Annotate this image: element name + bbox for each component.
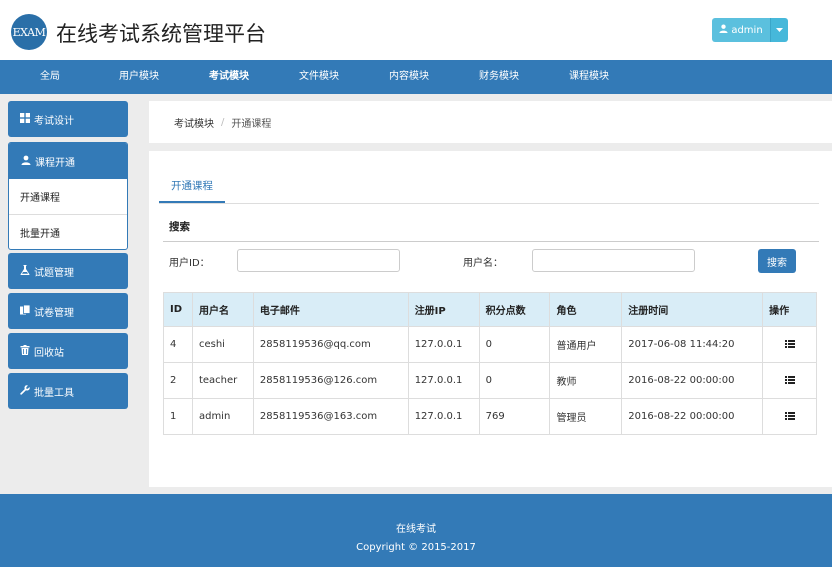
wrench-icon <box>19 384 30 398</box>
nav-item-global[interactable]: 全局 <box>40 60 60 94</box>
search-section-divider <box>163 241 819 242</box>
breadcrumb-parent[interactable]: 考试模块 <box>174 115 214 130</box>
nav-item-course[interactable]: 课程模块 <box>569 60 609 94</box>
search-section-title: 搜索 <box>169 221 190 233</box>
cell-username: ceshi <box>191 326 254 363</box>
cell-username: admin <box>191 398 254 435</box>
tab-open-course[interactable]: 开通课程 <box>159 169 225 203</box>
cell-role: 普通用户 <box>549 326 623 363</box>
cell-username: teacher <box>191 362 254 399</box>
cell-role: 管理员 <box>549 398 623 435</box>
cell-reg-ip: 127.0.0.1 <box>407 326 480 363</box>
table-row: 2 teacher 2858119536@126.com 127.0.0.1 0… <box>163 362 817 399</box>
cell-role: 教师 <box>549 362 623 399</box>
col-header-reg-time[interactable]: 注册时间 <box>621 292 764 327</box>
cell-reg-time: 2016-08-22 00:00:00 <box>621 398 764 435</box>
sidebar-item-paper-mgmt[interactable]: 试卷管理 <box>8 293 128 329</box>
sidebar-item-batch-tools[interactable]: 批量工具 <box>8 373 128 409</box>
list-icon[interactable] <box>784 412 795 420</box>
cell-email: 2858119536@163.com <box>252 398 409 435</box>
user-id-label: 用户ID： <box>169 258 210 269</box>
list-icon[interactable] <box>784 340 795 348</box>
cell-email: 2858119536@126.com <box>252 362 409 399</box>
main-panel: 开通课程 搜索 用户ID： 用户名： 搜索 ID 用户名 电子邮件 注册IP 积… <box>149 151 832 487</box>
sidebar-item-label: 课程开通 <box>35 157 75 169</box>
col-header-id[interactable]: ID <box>163 292 193 327</box>
cell-reg-ip: 127.0.0.1 <box>407 398 480 435</box>
breadcrumb-current: 开通课程 <box>231 118 272 130</box>
sidebar-item-label: 批量工具 <box>34 387 74 399</box>
nav-item-file[interactable]: 文件模块 <box>299 60 339 94</box>
cell-reg-ip: 127.0.0.1 <box>407 362 480 399</box>
sidebar-subitem-batch-open[interactable]: 批量开通 <box>9 214 127 249</box>
user-icon <box>20 155 31 168</box>
table-header-row: ID 用户名 电子邮件 注册IP 积分点数 角色 注册时间 操作 <box>163 292 817 327</box>
copy-icon <box>19 304 30 318</box>
user-name-button[interactable]: admin <box>712 18 770 42</box>
cell-action <box>762 326 817 363</box>
col-header-reg-ip[interactable]: 注册IP <box>407 292 480 327</box>
breadcrumb-separator: / <box>221 116 225 128</box>
user-id-input[interactable] <box>237 249 400 272</box>
trash-icon <box>19 344 30 358</box>
sidebar-item-label: 回收站 <box>34 347 64 359</box>
cell-action <box>762 398 817 435</box>
col-header-username[interactable]: 用户名 <box>191 292 254 327</box>
user-icon <box>719 24 728 36</box>
cell-id: 1 <box>163 398 193 435</box>
cell-id: 2 <box>163 362 193 399</box>
sidebar-item-label: 考试设计 <box>34 115 74 127</box>
username-input[interactable] <box>532 249 695 272</box>
sidebar-item-label: 试题管理 <box>34 267 74 279</box>
cell-id: 4 <box>163 326 193 363</box>
sidebar-panel-course-open: 课程开通 开通课程 批量开通 <box>8 142 128 250</box>
grid-icon <box>19 112 30 126</box>
user-table: ID 用户名 电子邮件 注册IP 积分点数 角色 注册时间 操作 4 ceshi… <box>163 292 817 435</box>
caret-down-icon[interactable] <box>770 18 788 42</box>
cell-action <box>762 362 817 399</box>
header: EXAM 在线考试系统管理平台 admin <box>0 0 832 60</box>
table-row: 1 admin 2858119536@163.com 127.0.0.1 769… <box>163 398 817 435</box>
list-icon[interactable] <box>784 376 795 384</box>
username-label: 用户名： <box>463 258 503 269</box>
tab-divider <box>159 203 819 204</box>
nav-item-content[interactable]: 内容模块 <box>389 60 429 94</box>
sidebar-item-question-mgmt[interactable]: 试题管理 <box>8 253 128 289</box>
cell-points: 0 <box>478 362 551 399</box>
cell-email: 2858119536@qq.com <box>252 326 409 363</box>
footer-copyright: Copyright © 2015-2017 <box>356 542 476 553</box>
cell-reg-time: 2016-08-22 00:00:00 <box>621 362 764 399</box>
flask-icon <box>19 264 30 278</box>
user-menu-button[interactable]: admin <box>712 18 788 42</box>
nav-item-finance[interactable]: 财务模块 <box>479 60 519 94</box>
sidebar-item-course-open[interactable]: 课程开通 <box>9 143 127 179</box>
col-header-role[interactable]: 角色 <box>549 292 623 327</box>
footer: 在线考试 Copyright © 2015-2017 <box>0 494 832 567</box>
user-name: admin <box>731 24 763 36</box>
col-header-email[interactable]: 电子邮件 <box>252 292 409 327</box>
sidebar-subitem-open-course[interactable]: 开通课程 <box>9 179 127 214</box>
search-button[interactable]: 搜索 <box>758 249 796 273</box>
logo[interactable]: EXAM <box>11 14 47 50</box>
footer-title: 在线考试 <box>396 524 436 535</box>
table-row: 4 ceshi 2858119536@qq.com 127.0.0.1 0 普通… <box>163 326 817 363</box>
col-header-points[interactable]: 积分点数 <box>478 292 551 327</box>
cell-reg-time: 2017-06-08 11:44:20 <box>621 326 764 363</box>
col-header-action: 操作 <box>762 292 817 327</box>
breadcrumb: 考试模块 / 开通课程 <box>149 101 832 143</box>
nav-item-user[interactable]: 用户模块 <box>119 60 159 94</box>
sidebar-item-recycle[interactable]: 回收站 <box>8 333 128 369</box>
site-title: 在线考试系统管理平台 <box>56 22 266 46</box>
nav-item-exam[interactable]: 考试模块 <box>209 60 249 94</box>
top-nav: 全局 用户模块 考试模块 文件模块 内容模块 财务模块 课程模块 <box>0 60 832 94</box>
cell-points: 0 <box>478 326 551 363</box>
cell-points: 769 <box>478 398 551 435</box>
sidebar-item-exam-design[interactable]: 考试设计 <box>8 101 128 137</box>
sidebar-item-label: 试卷管理 <box>34 307 74 319</box>
